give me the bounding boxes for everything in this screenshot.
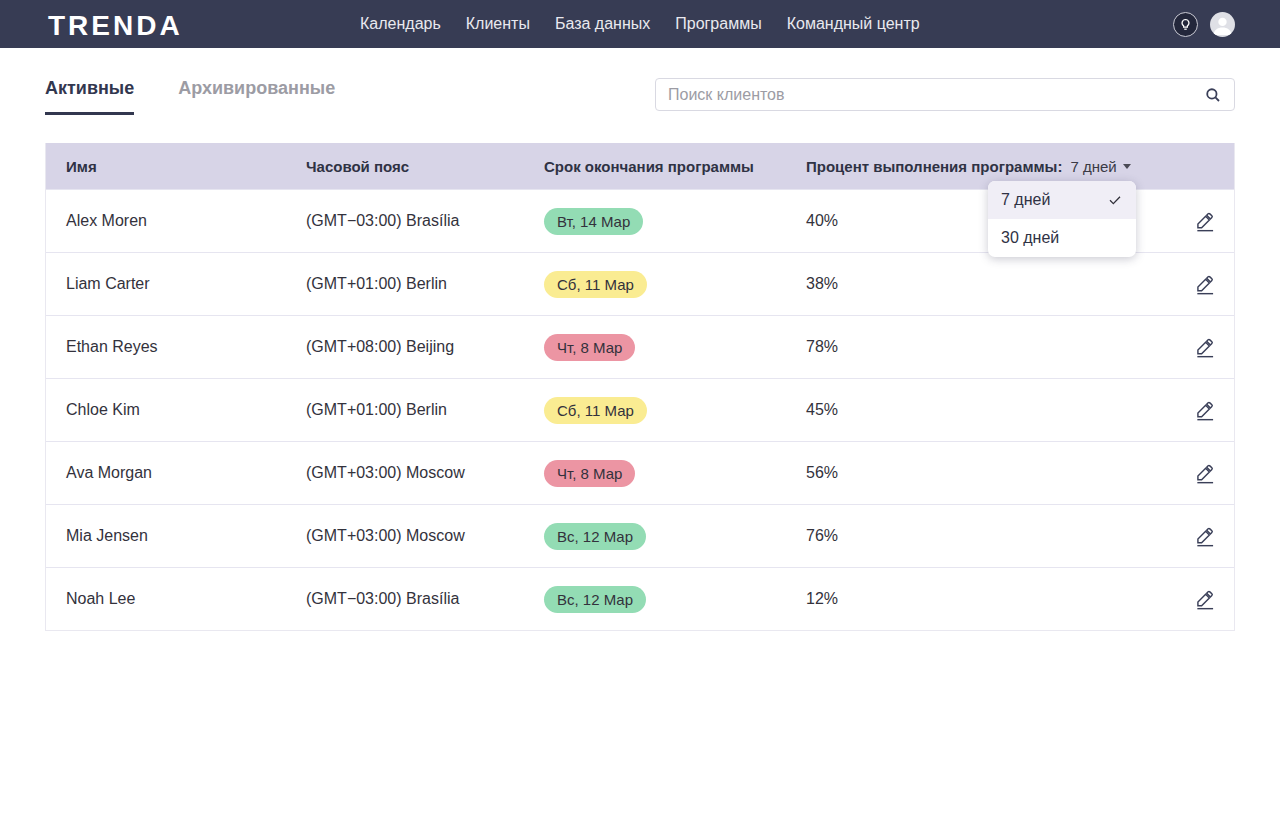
- cell-percent: 76%: [786, 527, 1131, 545]
- edit-icon[interactable]: [1194, 463, 1215, 484]
- cell-name: Mia Jensen: [46, 527, 286, 545]
- edit-icon[interactable]: [1194, 337, 1215, 358]
- deadline-badge: Вс, 12 Мар: [544, 586, 646, 613]
- nav-item-programs[interactable]: Программы: [675, 15, 761, 33]
- cell-name: Ethan Reyes: [46, 338, 286, 356]
- deadline-badge: Вс, 12 Мар: [544, 523, 646, 550]
- avatar[interactable]: [1210, 12, 1235, 37]
- deadline-badge: Чт, 8 Мар: [544, 334, 635, 361]
- cell-timezone: (GMT−03:00) Brasília: [286, 212, 524, 230]
- cell-percent: 38%: [786, 275, 1131, 293]
- cell-name: Chloe Kim: [46, 401, 286, 419]
- search-box: [655, 78, 1235, 111]
- deadline-badge: Чт, 8 Мар: [544, 460, 635, 487]
- nav-menu: Календарь Клиенты База данных Программы …: [360, 15, 920, 33]
- cell-name: Alex Moren: [46, 212, 286, 230]
- edit-icon[interactable]: [1194, 274, 1215, 295]
- top-navbar: TRENDA Календарь Клиенты База данных Про…: [0, 0, 1280, 48]
- period-dropdown: 7 дней 30 дней: [988, 181, 1136, 257]
- deadline-badge: Сб, 11 Мар: [544, 397, 647, 424]
- cell-timezone: (GMT+03:00) Moscow: [286, 527, 524, 545]
- period-selector-value: 7 дней: [1070, 158, 1116, 175]
- nav-item-command-center[interactable]: Командный центр: [787, 15, 920, 33]
- nav-item-database[interactable]: База данных: [555, 15, 650, 33]
- table-row: Ava Morgan (GMT+03:00) Moscow Чт, 8 Мар …: [46, 441, 1234, 504]
- cell-percent: 78%: [786, 338, 1131, 356]
- search-icon[interactable]: [1204, 86, 1222, 104]
- edit-icon[interactable]: [1194, 211, 1215, 232]
- table-row: Ethan Reyes (GMT+08:00) Beijing Чт, 8 Ма…: [46, 315, 1234, 378]
- cell-name: Noah Lee: [46, 590, 286, 608]
- edit-icon[interactable]: [1194, 589, 1215, 610]
- tab-active[interactable]: Активные: [45, 78, 134, 115]
- table-row: Chloe Kim (GMT+01:00) Berlin Сб, 11 Мар …: [46, 378, 1234, 441]
- cell-percent: 45%: [786, 401, 1131, 419]
- dropdown-option-label: 30 дней: [1001, 229, 1059, 247]
- cell-timezone: (GMT+08:00) Beijing: [286, 338, 524, 356]
- chevron-down-icon: [1123, 164, 1131, 169]
- col-header-percent-label: Процент выполнения программы:: [806, 158, 1062, 175]
- brand-logo: TRENDA: [48, 10, 183, 42]
- lightbulb-glyph: [1178, 17, 1193, 32]
- col-header-deadline: Срок окончания программы: [524, 158, 786, 175]
- col-header-name: Имя: [46, 158, 286, 175]
- cell-percent: 12%: [786, 590, 1131, 608]
- cell-timezone: (GMT+03:00) Moscow: [286, 464, 524, 482]
- deadline-badge: Вт, 14 Мар: [544, 208, 643, 235]
- cell-name: Ava Morgan: [46, 464, 286, 482]
- dropdown-option-30-days[interactable]: 30 дней: [988, 219, 1136, 257]
- table-row: Noah Lee (GMT−03:00) Brasília Вс, 12 Мар…: [46, 567, 1234, 630]
- cell-timezone: (GMT+01:00) Berlin: [286, 275, 524, 293]
- nav-item-calendar[interactable]: Календарь: [360, 15, 441, 33]
- period-selector[interactable]: 7 дней: [1070, 158, 1130, 175]
- edit-icon[interactable]: [1194, 400, 1215, 421]
- tab-archived[interactable]: Архивированные: [178, 78, 335, 115]
- deadline-badge: Сб, 11 Мар: [544, 271, 647, 298]
- cell-timezone: (GMT+01:00) Berlin: [286, 401, 524, 419]
- dropdown-option-label: 7 дней: [1001, 191, 1050, 209]
- lightbulb-icon[interactable]: [1173, 12, 1198, 37]
- cell-timezone: (GMT−03:00) Brasília: [286, 590, 524, 608]
- table-row: Liam Carter (GMT+01:00) Berlin Сб, 11 Ма…: [46, 252, 1234, 315]
- clients-table: Имя Часовой пояс Срок окончания программ…: [45, 143, 1235, 631]
- col-header-timezone: Часовой пояс: [286, 158, 524, 175]
- avatar-silhouette: [1210, 12, 1235, 37]
- table-row: Mia Jensen (GMT+03:00) Moscow Вс, 12 Мар…: [46, 504, 1234, 567]
- search-input[interactable]: [668, 86, 1204, 104]
- dropdown-option-7-days[interactable]: 7 дней: [988, 181, 1136, 219]
- nav-item-clients[interactable]: Клиенты: [466, 15, 530, 33]
- cell-percent: 56%: [786, 464, 1131, 482]
- edit-icon[interactable]: [1194, 526, 1215, 547]
- col-header-percent: Процент выполнения программы: 7 дней: [786, 158, 1131, 175]
- check-icon: [1107, 192, 1123, 208]
- cell-name: Liam Carter: [46, 275, 286, 293]
